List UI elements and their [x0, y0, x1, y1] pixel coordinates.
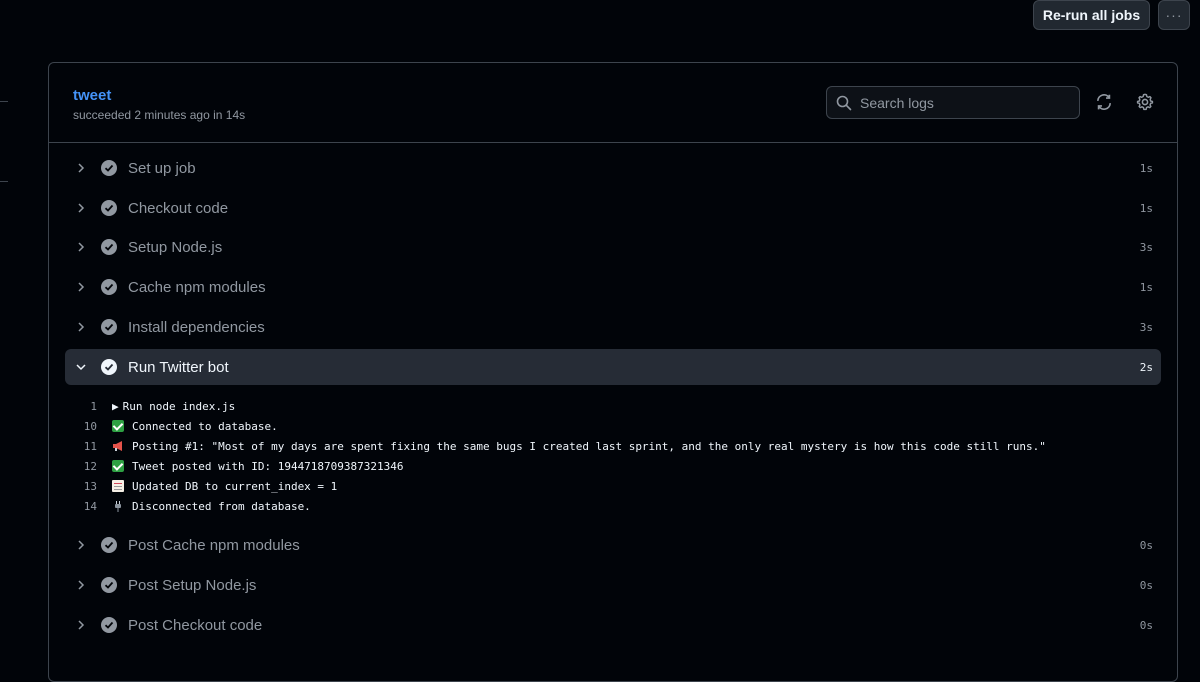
log-output: 1 ▶ Run node index.js 10 Connected to dat… — [65, 396, 1161, 516]
log-text: Updated DB to current_index = 1 — [132, 479, 338, 493]
check-mark-emoji-icon — [112, 420, 124, 432]
chevron-right-icon — [73, 617, 89, 633]
chevron-right-icon — [73, 160, 89, 176]
line-number[interactable]: 14 — [65, 500, 97, 513]
check-circle-icon — [101, 319, 117, 335]
step-duration: 3s — [1139, 240, 1153, 254]
memo-emoji-icon — [112, 480, 124, 492]
log-text: Tweet posted with ID: 194471870938732134… — [132, 459, 404, 473]
chevron-right-icon — [73, 279, 89, 295]
step-duration: 0s — [1139, 578, 1153, 592]
step-row[interactable]: Post Setup Node.js 0s — [65, 567, 1161, 603]
line-number[interactable]: 13 — [65, 480, 97, 493]
job-log-panel: tweet succeeded 2 minutes ago in 14s Set… — [48, 62, 1178, 682]
check-circle-icon — [101, 537, 117, 553]
check-circle-icon — [101, 200, 117, 216]
step-row[interactable]: Post Checkout code 0s — [65, 607, 1161, 643]
step-label: Install dependencies — [128, 318, 265, 336]
log-line: 11 Posting #1: "Most of my days are spen… — [65, 436, 1161, 456]
step-label: Cache npm modules — [128, 278, 266, 296]
sidebar-divider — [0, 181, 8, 182]
refresh-icon[interactable] — [1095, 93, 1113, 111]
search-logs-box[interactable] — [826, 86, 1080, 119]
step-label: Checkout code — [128, 199, 229, 217]
expand-triangle-icon[interactable]: ▶ — [112, 400, 119, 413]
electric-plug-emoji-icon — [115, 501, 121, 512]
search-icon — [836, 95, 852, 110]
check-mark-emoji-icon — [112, 460, 124, 472]
step-label: Set up job — [128, 159, 196, 177]
search-logs-input[interactable] — [858, 93, 1062, 112]
step-label: Setup Node.js — [128, 238, 223, 256]
check-circle-icon — [101, 577, 117, 593]
chevron-right-icon — [73, 537, 89, 553]
step-duration: 1s — [1139, 161, 1153, 175]
chevron-right-icon — [73, 239, 89, 255]
step-duration: 2s — [1139, 360, 1153, 374]
top-actions: Re-run all jobs ··· — [1033, 0, 1190, 30]
step-duration: 0s — [1139, 618, 1153, 632]
check-circle-icon — [101, 279, 117, 295]
step-row[interactable]: Setup Node.js 3s — [65, 229, 1161, 265]
line-number[interactable]: 1 — [65, 400, 97, 413]
log-text: Connected to database. — [132, 419, 278, 433]
megaphone-emoji-icon — [113, 441, 122, 451]
check-circle-icon — [101, 239, 117, 255]
log-line: 1 ▶ Run node index.js — [65, 396, 1161, 416]
rerun-all-jobs-button[interactable]: Re-run all jobs — [1033, 0, 1150, 30]
chevron-right-icon — [73, 319, 89, 335]
check-circle-icon — [101, 617, 117, 633]
log-text: Run node index.js — [122, 399, 236, 413]
line-number[interactable]: 10 — [65, 420, 97, 433]
log-text: Posting #1: "Most of my days are spent f… — [132, 439, 1046, 453]
check-circle-icon — [101, 160, 117, 176]
step-row[interactable]: Post Cache npm modules 0s — [65, 527, 1161, 563]
chevron-right-icon — [73, 577, 89, 593]
step-row[interactable]: Set up job 1s — [65, 150, 1161, 186]
line-number[interactable]: 12 — [65, 460, 97, 473]
sidebar-divider — [0, 101, 8, 102]
line-number[interactable]: 11 — [65, 440, 97, 453]
step-label: Post Checkout code — [128, 616, 263, 634]
gear-icon[interactable] — [1136, 93, 1154, 111]
step-row[interactable]: Checkout code 1s — [65, 190, 1161, 226]
step-label: Post Setup Node.js — [128, 576, 257, 594]
job-title-link[interactable]: tweet — [73, 87, 111, 104]
step-label: Post Cache npm modules — [128, 536, 300, 554]
log-text: Disconnected from database. — [132, 499, 311, 513]
step-duration: 0s — [1139, 538, 1153, 552]
step-row-active[interactable]: Run Twitter bot 2s — [65, 349, 1161, 385]
step-duration: 1s — [1139, 280, 1153, 294]
step-row[interactable]: Cache npm modules 1s — [65, 269, 1161, 305]
chevron-right-icon — [73, 200, 89, 216]
step-row[interactable]: Install dependencies 3s — [65, 309, 1161, 345]
step-label: Run Twitter bot — [128, 358, 229, 376]
job-status-text: succeeded 2 minutes ago in 14s — [73, 108, 246, 122]
more-options-button[interactable]: ··· — [1158, 0, 1190, 30]
log-line: 12 Tweet posted with ID: 194471870938732… — [65, 456, 1161, 476]
step-duration: 1s — [1139, 201, 1153, 215]
step-duration: 3s — [1139, 320, 1153, 334]
log-line: 13 Updated DB to current_index = 1 — [65, 476, 1161, 496]
job-header: tweet succeeded 2 minutes ago in 14s — [49, 63, 1177, 143]
log-line: 14 Disconnected from database. — [65, 496, 1161, 516]
chevron-down-icon — [73, 359, 89, 375]
check-circle-icon — [101, 359, 117, 375]
log-line: 10 Connected to database. — [65, 416, 1161, 436]
